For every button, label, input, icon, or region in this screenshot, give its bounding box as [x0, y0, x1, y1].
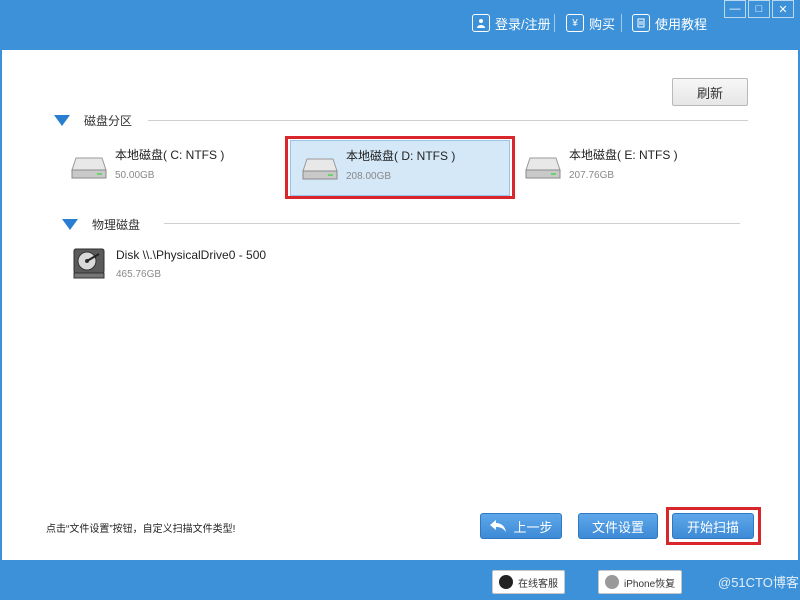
- drive-c[interactable]: 本地磁盘( C: NTFS ) 50.00GB: [60, 140, 260, 196]
- refresh-button[interactable]: 刷新: [672, 78, 748, 106]
- back-arrow-icon: [490, 520, 507, 532]
- close-button[interactable]: ✕: [772, 0, 794, 18]
- main-panel: 刷新 磁盘分区 本地磁盘( C: NTFS ) 50.00GB 本地磁盘( D:…: [2, 50, 798, 560]
- qq-penguin-icon: [499, 575, 513, 589]
- back-button[interactable]: 上一步: [480, 513, 562, 539]
- drive-name: 本地磁盘( E: NTFS ): [569, 148, 678, 162]
- login-register-link[interactable]: 登录/注册: [472, 12, 551, 34]
- user-icon: [472, 14, 490, 32]
- drive-size: 50.00GB: [115, 170, 155, 181]
- buy-link[interactable]: ¥ 购买: [566, 12, 615, 34]
- hard-drive-icon: [525, 157, 561, 179]
- selection-highlight-frame: [285, 136, 515, 199]
- apple-icon: [605, 575, 619, 589]
- doc-icon: [632, 14, 650, 32]
- maximize-button[interactable]: □: [748, 0, 770, 18]
- title-bar: 登录/注册 ¥ 购买 使用教程 — □ ✕: [0, 0, 800, 50]
- divider: [554, 14, 555, 32]
- bottom-bar: 在线客服 iPhone恢复: [0, 560, 800, 600]
- physical-section-title: 物理磁盘: [92, 217, 141, 232]
- physical-disk-name: Disk \\.\PhysicalDrive0 - 500: [116, 248, 267, 262]
- partition-section-title: 磁盘分区: [84, 113, 133, 128]
- window-controls: — □ ✕: [722, 0, 794, 18]
- collapse-triangle-icon: [62, 218, 78, 230]
- section-divider: [164, 223, 740, 224]
- partition-section-header[interactable]: 磁盘分区: [54, 110, 132, 130]
- iphone-recovery-label: iPhone恢复: [624, 578, 676, 590]
- section-divider: [148, 120, 748, 121]
- drive-e[interactable]: 本地磁盘( E: NTFS ) 207.76GB: [514, 140, 734, 196]
- tutorial-link[interactable]: 使用教程: [632, 12, 707, 34]
- physical-disk-size: 465.76GB: [116, 269, 162, 280]
- iphone-recovery-button[interactable]: iPhone恢复: [598, 570, 683, 594]
- buy-label: 购买: [589, 16, 616, 32]
- physical-hard-disk-icon: [73, 248, 105, 279]
- drive-size: 207.76GB: [569, 170, 615, 181]
- online-service-button[interactable]: 在线客服: [492, 570, 565, 594]
- collapse-triangle-icon: [54, 114, 70, 126]
- minimize-button[interactable]: —: [724, 0, 746, 18]
- tutorial-label: 使用教程: [655, 16, 708, 32]
- back-label: 上一步: [513, 519, 553, 535]
- drive-name: 本地磁盘( C: NTFS ): [115, 148, 225, 162]
- hint-text: 点击“文件设置”按钮，自定义扫描文件类型!: [46, 524, 236, 535]
- hard-drive-icon: [71, 157, 107, 179]
- watermark-text: @51CTO博客: [718, 575, 799, 590]
- start-scan-highlight-frame: [666, 507, 761, 545]
- divider: [621, 14, 622, 32]
- login-register-label: 登录/注册: [495, 16, 551, 32]
- yen-icon: ¥: [566, 14, 584, 32]
- physical-section-header[interactable]: 物理磁盘: [62, 214, 140, 234]
- online-service-label: 在线客服: [518, 578, 558, 590]
- physical-disk-0[interactable]: Disk \\.\PhysicalDrive0 - 500 465.76GB: [72, 244, 372, 284]
- file-settings-button[interactable]: 文件设置: [578, 513, 658, 539]
